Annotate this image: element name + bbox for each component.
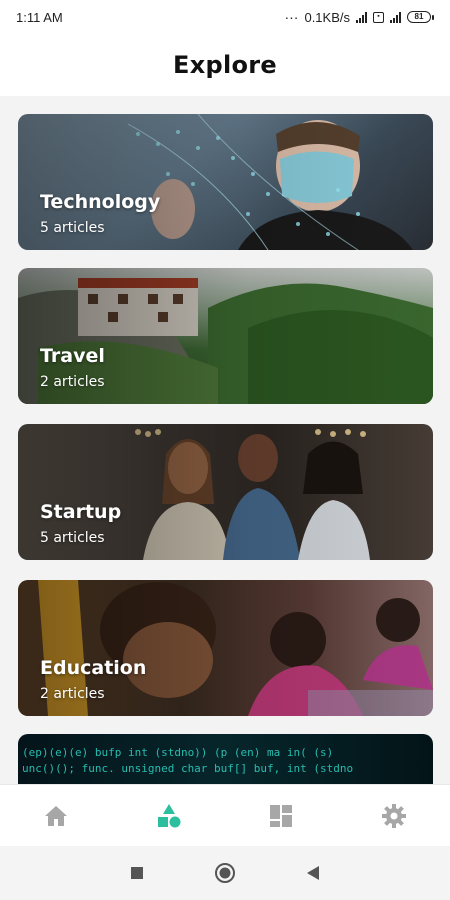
category-card-travel[interactable]: Travel 2 articles xyxy=(18,268,433,404)
system-navigation-bar xyxy=(0,846,450,900)
status-bar: 1:11 AM ··· 0.1KB/s ▪ 81 xyxy=(0,0,450,34)
code-text-line: unc()(); func. unsigned char buf[] buf, … xyxy=(22,762,354,775)
article-count: 5 articles xyxy=(40,530,105,546)
article-count: 5 articles xyxy=(40,220,105,236)
status-indicators: ··· 0.1KB/s ▪ 81 xyxy=(284,9,434,25)
battery-icon: 81 xyxy=(407,11,434,23)
home-icon xyxy=(45,805,68,826)
home-circle-icon[interactable] xyxy=(214,862,236,884)
recents-square-icon[interactable] xyxy=(130,866,144,880)
category-card-startup[interactable]: Startup 5 articles xyxy=(18,424,433,560)
bottom-navigation xyxy=(0,784,450,846)
category-name: Technology xyxy=(40,191,161,213)
nav-home[interactable] xyxy=(26,791,86,841)
page-title: Explore xyxy=(173,51,277,79)
code-image: (ep)(e)(e) bufp int (stdno)) (p (en) ma … xyxy=(18,734,433,784)
explore-shapes-icon xyxy=(157,803,181,827)
sim-icon: ▪ xyxy=(373,11,384,23)
nav-dashboard[interactable] xyxy=(251,791,311,841)
category-card-technology[interactable]: Technology 5 articles xyxy=(18,114,433,250)
signal-1-icon xyxy=(356,11,367,23)
network-speed: 0.1KB/s xyxy=(304,9,350,25)
status-time: 1:11 AM xyxy=(16,9,63,25)
settings-gear-icon xyxy=(381,803,406,828)
code-text-line: (ep)(e)(e) bufp int (stdno)) (p (en) ma … xyxy=(22,746,334,759)
category-list[interactable]: Technology 5 articles Travel 2 articles … xyxy=(0,96,450,784)
article-count: 2 articles xyxy=(40,686,105,702)
dashboard-icon xyxy=(270,804,293,827)
nav-explore[interactable] xyxy=(139,791,199,841)
more-dots-icon: ··· xyxy=(284,9,299,25)
category-card-education[interactable]: Education 2 articles xyxy=(18,580,433,716)
back-triangle-icon[interactable] xyxy=(306,865,320,881)
article-count: 2 articles xyxy=(40,374,105,390)
signal-2-icon xyxy=(390,11,401,23)
battery-level: 81 xyxy=(407,11,431,23)
app-header: Explore xyxy=(0,34,450,96)
nav-settings[interactable] xyxy=(364,791,424,841)
category-name: Travel xyxy=(40,345,105,367)
category-name: Startup xyxy=(40,501,122,523)
category-name: Education xyxy=(40,657,147,679)
category-card-partial[interactable]: (ep)(e)(e) bufp int (stdno)) (p (en) ma … xyxy=(18,734,433,784)
